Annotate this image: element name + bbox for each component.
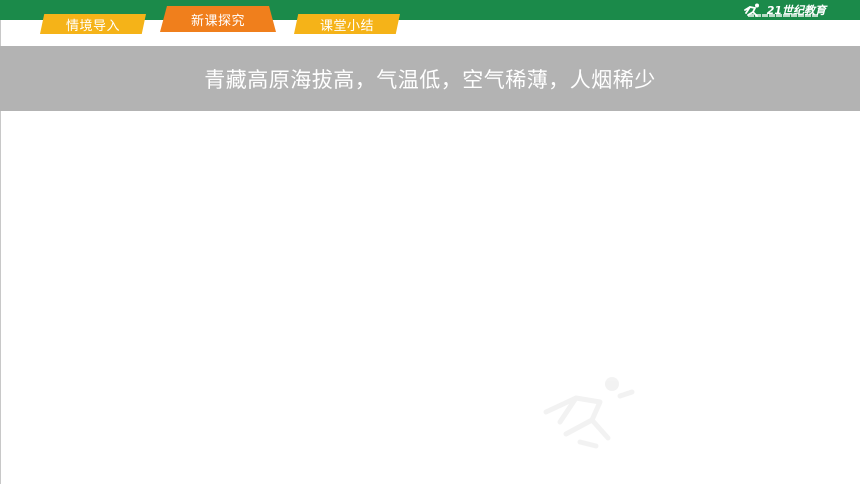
- tab-label: 课堂小结: [319, 18, 374, 34]
- watermark: [536, 372, 836, 456]
- page-title: 青藏高原海拔高，气温低，空气稀薄，人烟稀少: [204, 67, 656, 92]
- tab-intro[interactable]: 情境导入: [40, 14, 146, 34]
- logo-underline: [748, 14, 818, 17]
- tab-label: 情境导入: [65, 18, 120, 34]
- title-band: 青藏高原海拔高，气温低，空气稀薄，人烟稀少: [0, 46, 860, 111]
- tab-summary[interactable]: 课堂小结: [294, 14, 400, 34]
- runner-icon: [543, 377, 635, 449]
- tab-new-lesson[interactable]: 新课探究: [160, 6, 276, 32]
- tab-label: 新课探究: [190, 13, 245, 29]
